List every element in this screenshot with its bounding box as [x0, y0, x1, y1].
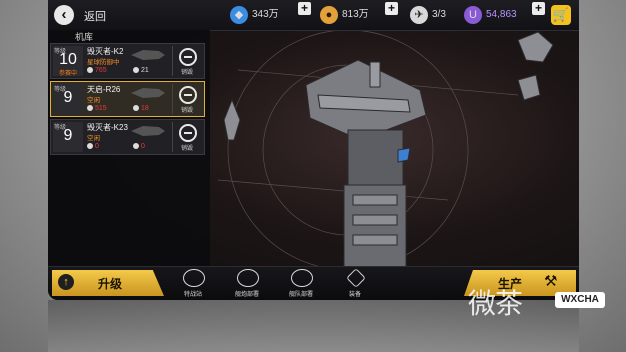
hangar-panel: 机库 等级 10 参赛中 毁灭者-K2 星球防御中 765 21 销毁 等级 9 [48, 30, 210, 268]
battleship-model [305, 59, 427, 268]
upgrade-label: 升级 [98, 277, 123, 291]
ship-state: 空闲 [87, 97, 100, 104]
minus-icon [179, 48, 197, 66]
sell-label: 销毁 [180, 108, 193, 114]
ship-state: 星球防御中 [87, 59, 120, 66]
stat-power: 515 [87, 105, 107, 112]
crystal-resource: ◆ 343万 [230, 6, 300, 24]
crystal-icon: ◆ [230, 6, 248, 24]
stat-crew: 21 [133, 67, 149, 74]
minus-icon [179, 86, 197, 104]
hangar-title: 机库 [75, 32, 94, 42]
crew-icon [133, 143, 139, 150]
tool-label: 舰炮部署 [234, 292, 259, 298]
person-icon [87, 105, 93, 112]
sell-button[interactable]: 销毁 [172, 84, 201, 114]
stat-power: 0 [87, 143, 99, 150]
crystal-value: 343万 [252, 9, 279, 20]
premium-currency-icon: U [464, 6, 482, 24]
watermark-badge: WXCHA [555, 292, 605, 308]
ship-level: 9 [63, 127, 73, 144]
ship-silhouette-icon [131, 50, 165, 60]
minus-icon [179, 124, 197, 142]
sell-label: 销毁 [180, 146, 193, 152]
helmet-icon [183, 269, 205, 287]
shop-button[interactable]: 🛒 [551, 5, 571, 25]
level-box: 等级 9 [53, 84, 83, 114]
metal-resource: ● 813万 [320, 6, 390, 24]
ship-level: 10 [59, 51, 77, 68]
game-screen: ‹ 返回 ◆ 343万 + ● 813万 + ✈ 3/3 U 54,863 + … [48, 0, 579, 300]
fleet-slot-icon: ✈ [410, 6, 428, 24]
tool-equipment[interactable]: 装备 [330, 267, 380, 300]
premium-value: 54,863 [486, 9, 517, 20]
gear-module-icon [346, 268, 366, 288]
ship-match-status: 参赛中 [58, 71, 77, 77]
stat-crew: 18 [133, 105, 149, 112]
stat-power: 765 [87, 67, 107, 74]
cannon-icon [237, 269, 259, 287]
crew-icon [133, 67, 139, 74]
crew-icon [133, 105, 139, 112]
shopping-cart-icon: 🛒 [552, 7, 570, 22]
back-label[interactable]: 返回 [84, 8, 106, 24]
metal-icon: ● [320, 6, 338, 24]
fleet-slot-resource: ✈ 3/3 [410, 6, 470, 24]
top-bar: ‹ 返回 ◆ 343万 + ● 813万 + ✈ 3/3 U 54,863 + … [48, 0, 579, 31]
add-metal-button[interactable]: + [385, 2, 398, 15]
chevron-left-icon: ‹ [61, 6, 67, 23]
upgrade-button[interactable]: ↑ 升级 [52, 270, 164, 296]
tool-special-station[interactable]: 特战站 [168, 267, 218, 300]
tool-label: 舰队部署 [288, 292, 313, 298]
ship-state: 空闲 [87, 135, 100, 142]
sell-button[interactable]: 销毁 [172, 46, 201, 76]
tool-label: 特战站 [183, 292, 202, 298]
ship-level: 9 [63, 89, 73, 106]
tool-cannon-deploy[interactable]: 舰炮部署 [222, 267, 272, 300]
arrow-up-icon: ↑ [58, 274, 74, 290]
person-icon [87, 143, 93, 150]
ship-silhouette-icon [131, 88, 165, 98]
level-box: 等级 10 参赛中 [53, 46, 83, 77]
person-icon [87, 67, 93, 74]
ship-card-selected[interactable]: 等级 9 天启-R26 空闲 515 18 销毁 [50, 81, 205, 117]
metal-value: 813万 [342, 9, 369, 20]
ship-card[interactable]: 等级 10 参赛中 毁灭者-K2 星球防御中 765 21 销毁 [50, 43, 205, 79]
add-premium-button[interactable]: + [532, 2, 545, 15]
back-button[interactable]: ‹ [54, 5, 74, 25]
fleet-slot-value: 3/3 [432, 9, 446, 20]
ship-silhouette-icon [131, 126, 165, 136]
watermark-text: 微茶 [468, 287, 523, 320]
ship-card[interactable]: 等级 9 毁灭者-K23 空闲 0 0 销毁 [50, 119, 205, 155]
add-crystal-button[interactable]: + [298, 2, 311, 15]
wrench-icon: ⚒ [544, 273, 558, 290]
tool-fleet-deploy[interactable]: 舰队部署 [276, 267, 326, 300]
sell-button[interactable]: 销毁 [172, 122, 201, 152]
stat-crew: 0 [133, 143, 145, 150]
fleet-icon [291, 269, 313, 287]
level-box: 等级 9 [53, 122, 83, 152]
tool-label: 装备 [348, 292, 361, 298]
sell-label: 销毁 [180, 70, 193, 76]
